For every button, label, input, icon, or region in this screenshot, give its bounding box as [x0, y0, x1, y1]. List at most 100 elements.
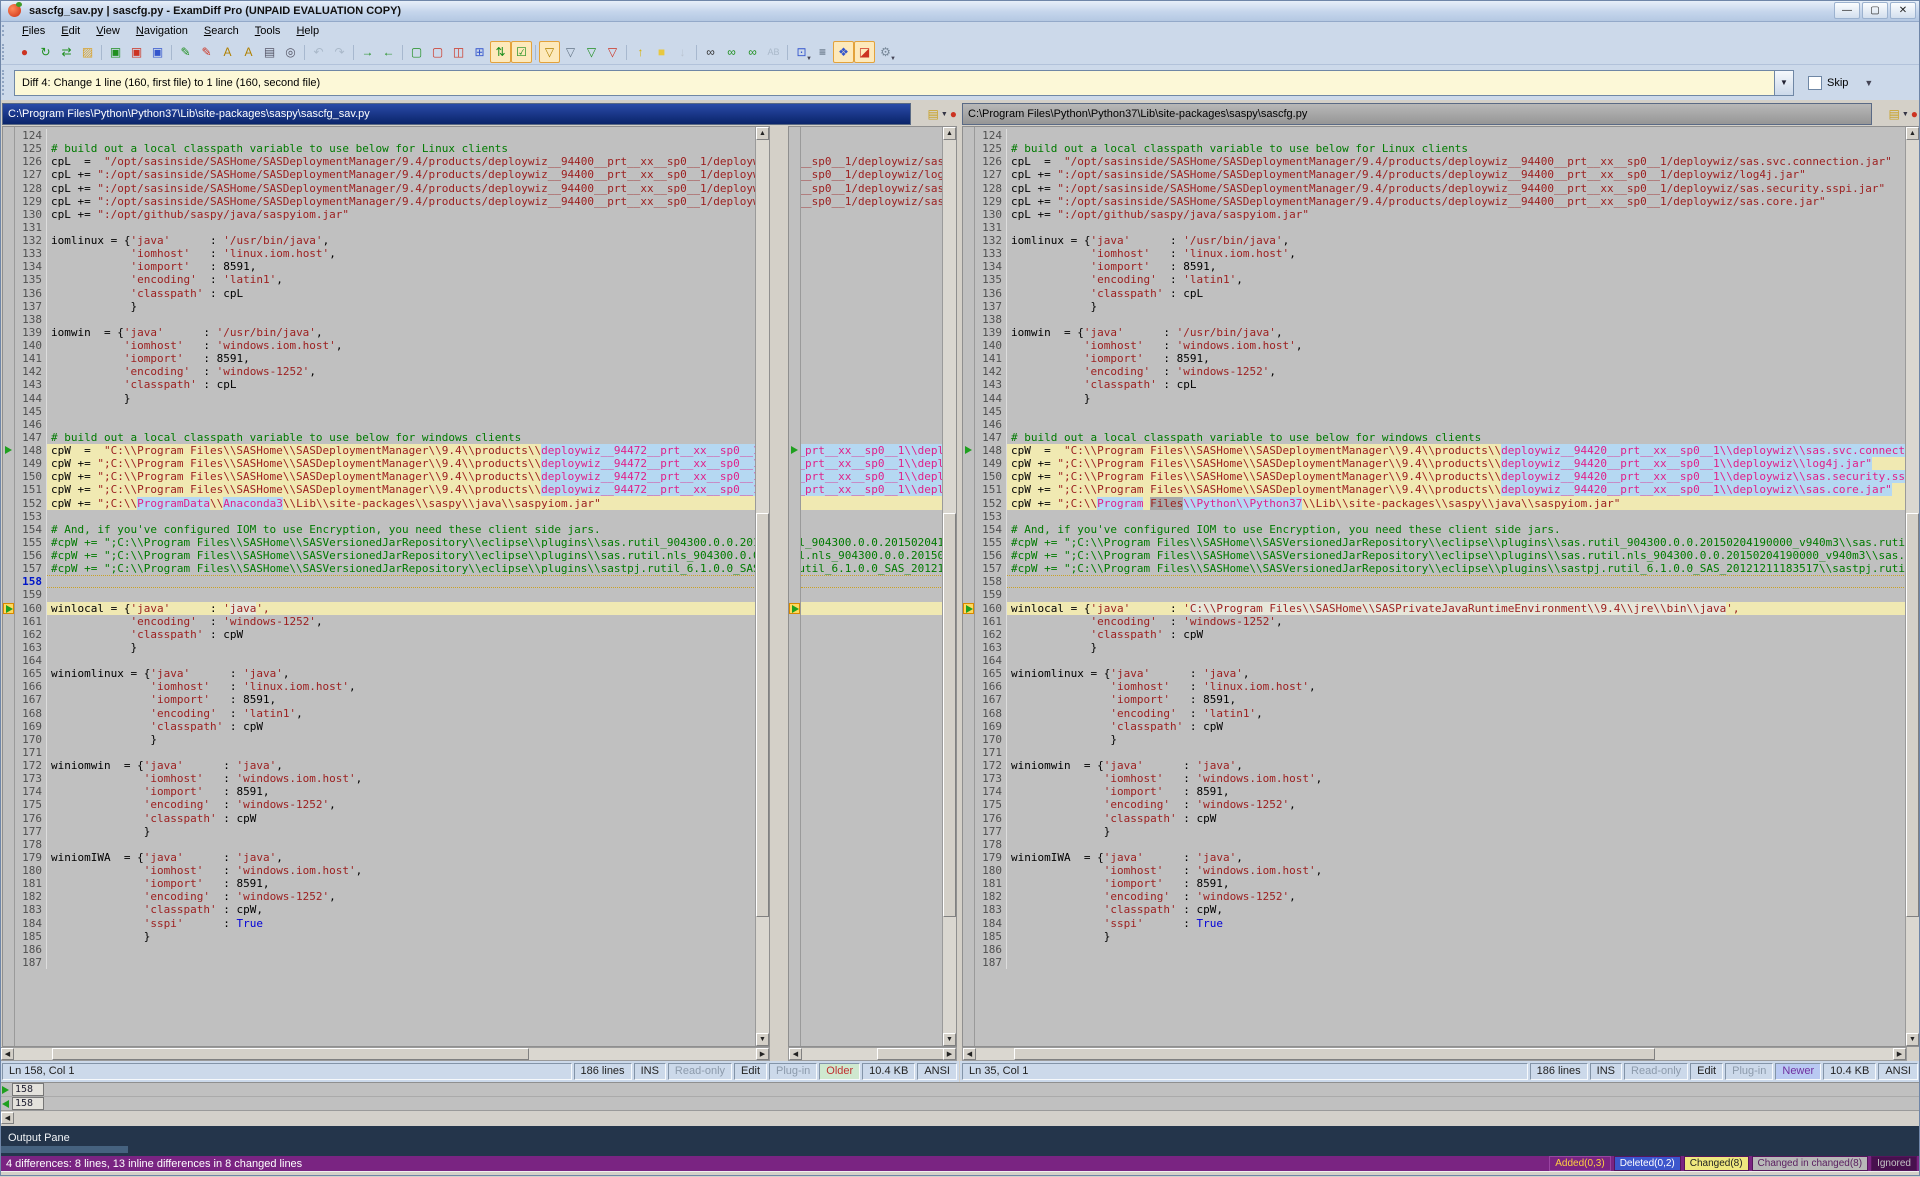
- menu-edit[interactable]: Edit: [53, 24, 88, 38]
- code-content: # And, if you've configured IOM to use E…: [51, 523, 601, 536]
- inspector-hscrollbar[interactable]: ◀: [0, 1110, 1920, 1127]
- filter-edit-icon[interactable]: ▽: [539, 41, 560, 63]
- diffbar-grip[interactable]: [2, 70, 8, 95]
- diffbar-overflow-chevron[interactable]: ▼: [1864, 78, 1873, 88]
- show-second-pane-icon[interactable]: ▢: [427, 41, 448, 63]
- left-split-scroll-thumb[interactable]: [943, 513, 956, 917]
- filter-exclude-icon[interactable]: ▽: [602, 41, 623, 63]
- show-first-pane-icon[interactable]: ▢: [406, 41, 427, 63]
- hsA-right-button[interactable]: ▶: [756, 1048, 769, 1060]
- hsC-left-button[interactable]: ◀: [963, 1048, 976, 1060]
- inspector-scroll-left-button[interactable]: ◀: [1, 1112, 14, 1124]
- redo-icon[interactable]: ↷: [329, 41, 350, 63]
- menu-view[interactable]: View: [88, 24, 128, 38]
- next-difference-icon[interactable]: →: [357, 41, 378, 63]
- right-scroll-up-button[interactable]: ▲: [1906, 127, 1919, 140]
- split-view-icon[interactable]: ◫: [448, 41, 469, 63]
- menu-tools[interactable]: Tools: [247, 24, 289, 38]
- copy-to-first-icon[interactable]: A: [217, 41, 238, 63]
- code-text: 'iomhost' : 'windows.iom.host',: [801, 772, 943, 785]
- show-diffs-only-icon[interactable]: ☑: [511, 41, 532, 63]
- right-copy-path-dropdown[interactable]: ▼: [1902, 111, 1909, 118]
- hsA-left-button[interactable]: ◀: [1, 1048, 14, 1060]
- swap-panes-icon[interactable]: ⇄: [56, 41, 77, 63]
- print-preview-icon[interactable]: ◎: [280, 41, 301, 63]
- report-icon[interactable]: ◪: [854, 41, 875, 63]
- compare-files-icon[interactable]: ●: [14, 41, 35, 63]
- right-editor[interactable]: 124125# build out a local classpath vari…: [962, 126, 1920, 1047]
- skip-label: Skip: [1827, 77, 1848, 89]
- line-number: 143: [975, 378, 1007, 391]
- hsC-right-button[interactable]: ▶: [1893, 1048, 1906, 1060]
- menu-grip[interactable]: [2, 25, 8, 37]
- diff-combo[interactable]: Diff 4: Change 1 line (160, first file) …: [14, 70, 1794, 96]
- filter-icon[interactable]: ▽: [560, 41, 581, 63]
- left-main-scroll-thumb[interactable]: [756, 513, 769, 917]
- find-prev-icon[interactable]: ∞: [742, 41, 763, 63]
- close-button[interactable]: ✕: [1890, 2, 1916, 19]
- right-vscrollbar[interactable]: ▲▼: [1905, 127, 1919, 1046]
- right-hscrollbar[interactable]: ◀▶: [962, 1047, 1907, 1061]
- save-both-icon[interactable]: ▣: [147, 41, 168, 63]
- maximize-button[interactable]: ▢: [1862, 2, 1888, 19]
- hsB-thumb[interactable]: [877, 1048, 952, 1060]
- left-hscrollbar[interactable]: ◀▶: [0, 1047, 770, 1061]
- menu-search[interactable]: Search: [196, 24, 247, 38]
- left-editor-split[interactable]: # build out a local classpath variable t…: [788, 126, 957, 1047]
- toolbar-grip[interactable]: [2, 44, 8, 61]
- minimize-button[interactable]: —: [1834, 2, 1860, 19]
- left-main-scroll-up-button[interactable]: ▲: [756, 127, 769, 140]
- menu-navigation[interactable]: Navigation: [128, 24, 196, 38]
- edit-first-icon[interactable]: ✎: [175, 41, 196, 63]
- left-split-scroll-down-button[interactable]: ▼: [943, 1033, 956, 1046]
- filter-include-icon[interactable]: ▽: [581, 41, 602, 63]
- left-main-vscrollbar[interactable]: ▲▼: [755, 127, 769, 1046]
- hsB-right-button[interactable]: ▶: [943, 1048, 956, 1060]
- compare-files-icon-glyph: ●: [21, 45, 28, 59]
- plugins-icon[interactable]: ❖: [833, 41, 854, 63]
- left-main-scroll-down-button[interactable]: ▼: [756, 1033, 769, 1046]
- recompare-icon[interactable]: ↻: [35, 41, 56, 63]
- menu-help[interactable]: Help: [288, 24, 327, 38]
- line-number: 147: [15, 431, 47, 444]
- match-word-icon[interactable]: AB: [763, 41, 784, 63]
- line-inspector-icon[interactable]: ≡: [812, 41, 833, 63]
- left-split-scroll-up-button[interactable]: ▲: [943, 127, 956, 140]
- save-second-icon[interactable]: ▣: [126, 41, 147, 63]
- sync-scroll-icon[interactable]: ⇅: [490, 41, 511, 63]
- next-change-icon[interactable]: ↓: [672, 41, 693, 63]
- save-first-icon[interactable]: ▣: [105, 41, 126, 63]
- open-files-icon[interactable]: ▨: [77, 41, 98, 63]
- prev-change-icon[interactable]: ↑: [630, 41, 651, 63]
- tile-view-icon[interactable]: ⊞: [469, 41, 490, 63]
- skip-checkbox[interactable]: [1808, 76, 1822, 90]
- undo-icon[interactable]: ↶: [308, 41, 329, 63]
- display-options-icon[interactable]: ⊡▼: [791, 41, 812, 63]
- left-copy-path-icon[interactable]: ▤: [927, 107, 938, 121]
- hsC-thumb[interactable]: [1014, 1048, 1655, 1060]
- left-copy-path-dropdown[interactable]: ▼: [941, 111, 948, 118]
- edit-second-icon[interactable]: ✎: [196, 41, 217, 63]
- right-copy-path-icon[interactable]: ▤: [1888, 107, 1899, 121]
- code-line: }: [801, 930, 943, 943]
- output-pane-tab[interactable]: [0, 1146, 128, 1153]
- left-split-hscrollbar[interactable]: ◀▶: [788, 1047, 957, 1061]
- left-editor-main[interactable]: 124125# build out a local classpath vari…: [2, 126, 770, 1047]
- hsA-thumb[interactable]: [52, 1048, 528, 1060]
- right-scroll-thumb[interactable]: [1906, 513, 1919, 917]
- print-icon[interactable]: ▤: [259, 41, 280, 63]
- right-scroll-down-button[interactable]: ▼: [1906, 1033, 1919, 1046]
- hsB-left-button[interactable]: ◀: [789, 1048, 802, 1060]
- current-change-icon[interactable]: ■: [651, 41, 672, 63]
- find-next-icon[interactable]: ∞: [721, 41, 742, 63]
- copy-to-second-icon[interactable]: A: [238, 41, 259, 63]
- prev-difference-icon[interactable]: ←: [378, 41, 399, 63]
- options-icon-dropdown[interactable]: ▼: [890, 56, 896, 62]
- menu-files[interactable]: Files: [14, 24, 53, 38]
- left-split-vscrollbar[interactable]: ▲▼: [942, 127, 956, 1046]
- line-number: 127: [15, 168, 47, 181]
- diff-combo-dropdown[interactable]: ▼: [1774, 71, 1793, 95]
- options-icon[interactable]: ⚙▼: [875, 41, 896, 63]
- find-icon[interactable]: ∞: [700, 41, 721, 63]
- code-content: }: [1011, 300, 1097, 313]
